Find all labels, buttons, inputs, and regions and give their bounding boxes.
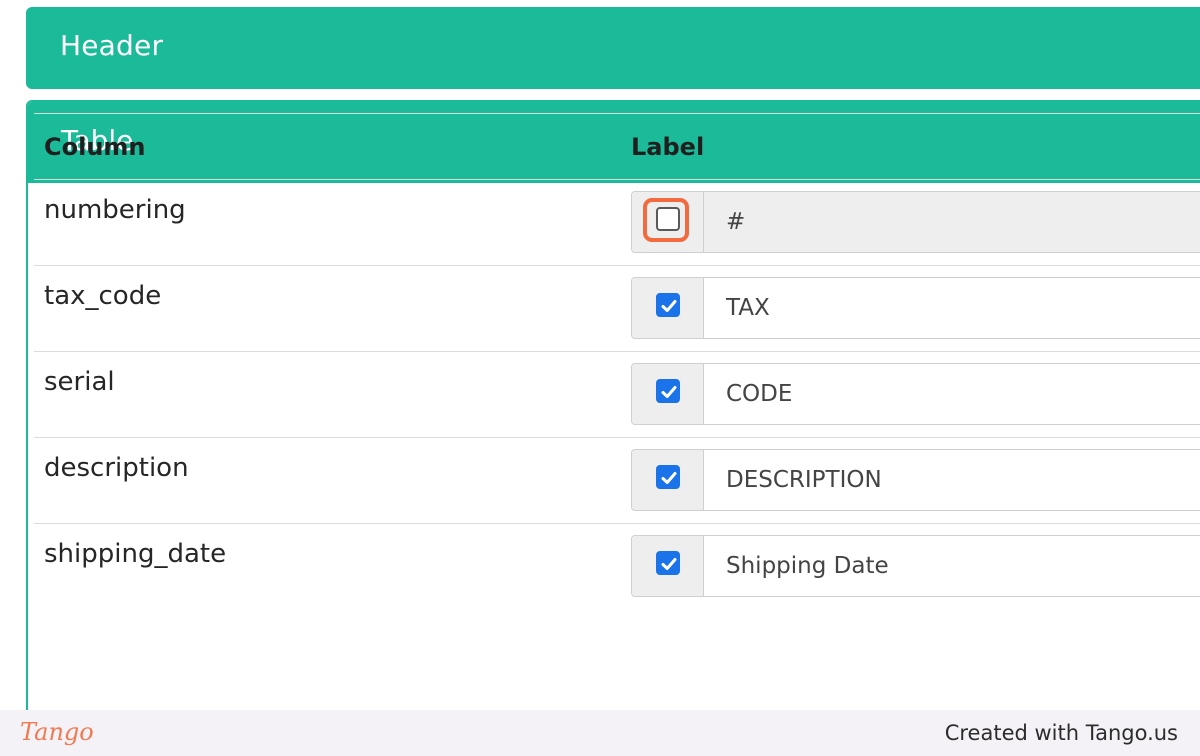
label-input-group: # [631, 191, 1200, 253]
table-row: description DESCRIPTION [34, 437, 1200, 523]
checkbox-addon [632, 278, 704, 338]
checkbox-addon [632, 364, 704, 424]
check-icon [661, 386, 677, 398]
table-row: numbering # [34, 179, 1200, 265]
label-field[interactable]: DESCRIPTION [704, 450, 1200, 510]
label-input-group: DESCRIPTION [631, 449, 1200, 511]
click-highlight [643, 198, 689, 242]
divider [34, 113, 1200, 114]
shipping-date-checkbox[interactable] [656, 551, 680, 575]
row-column-name: tax_code [44, 281, 162, 311]
label-input-group: CODE [631, 363, 1200, 425]
row-column-name: shipping_date [44, 539, 227, 569]
check-icon [661, 558, 677, 570]
label-field[interactable]: # [704, 192, 1200, 252]
tango-logo[interactable]: Tango [20, 718, 94, 746]
credit-text: Created with Tango.us [944, 721, 1178, 745]
row-column-name: description [44, 453, 189, 483]
label-header: Label [631, 133, 705, 161]
header-panel[interactable]: Header [26, 7, 1200, 89]
check-icon [661, 300, 677, 312]
tax-code-checkbox[interactable] [656, 293, 680, 317]
label-input-group: TAX [631, 277, 1200, 339]
label-input-group: Shipping Date [631, 535, 1200, 597]
row-column-name: serial [44, 367, 115, 397]
label-field[interactable]: Shipping Date [704, 536, 1200, 596]
header-panel-title: Header [60, 29, 164, 62]
table-row: serial CODE [34, 351, 1200, 437]
checkbox-addon [632, 536, 704, 596]
check-icon [661, 472, 677, 484]
table-row: tax_code TAX [34, 265, 1200, 351]
column-header: Column [44, 133, 146, 161]
row-column-name: numbering [44, 195, 186, 225]
table-panel-bar[interactable]: Table [28, 102, 1200, 183]
table-row: shipping_date Shipping Date [34, 523, 1200, 609]
checkbox-addon [632, 450, 704, 510]
footer-bar: Tango Created with Tango.us [0, 710, 1200, 756]
serial-checkbox[interactable] [656, 379, 680, 403]
label-field[interactable]: TAX [704, 278, 1200, 338]
description-checkbox[interactable] [656, 465, 680, 489]
label-field[interactable]: CODE [704, 364, 1200, 424]
checkbox-addon [632, 192, 704, 252]
